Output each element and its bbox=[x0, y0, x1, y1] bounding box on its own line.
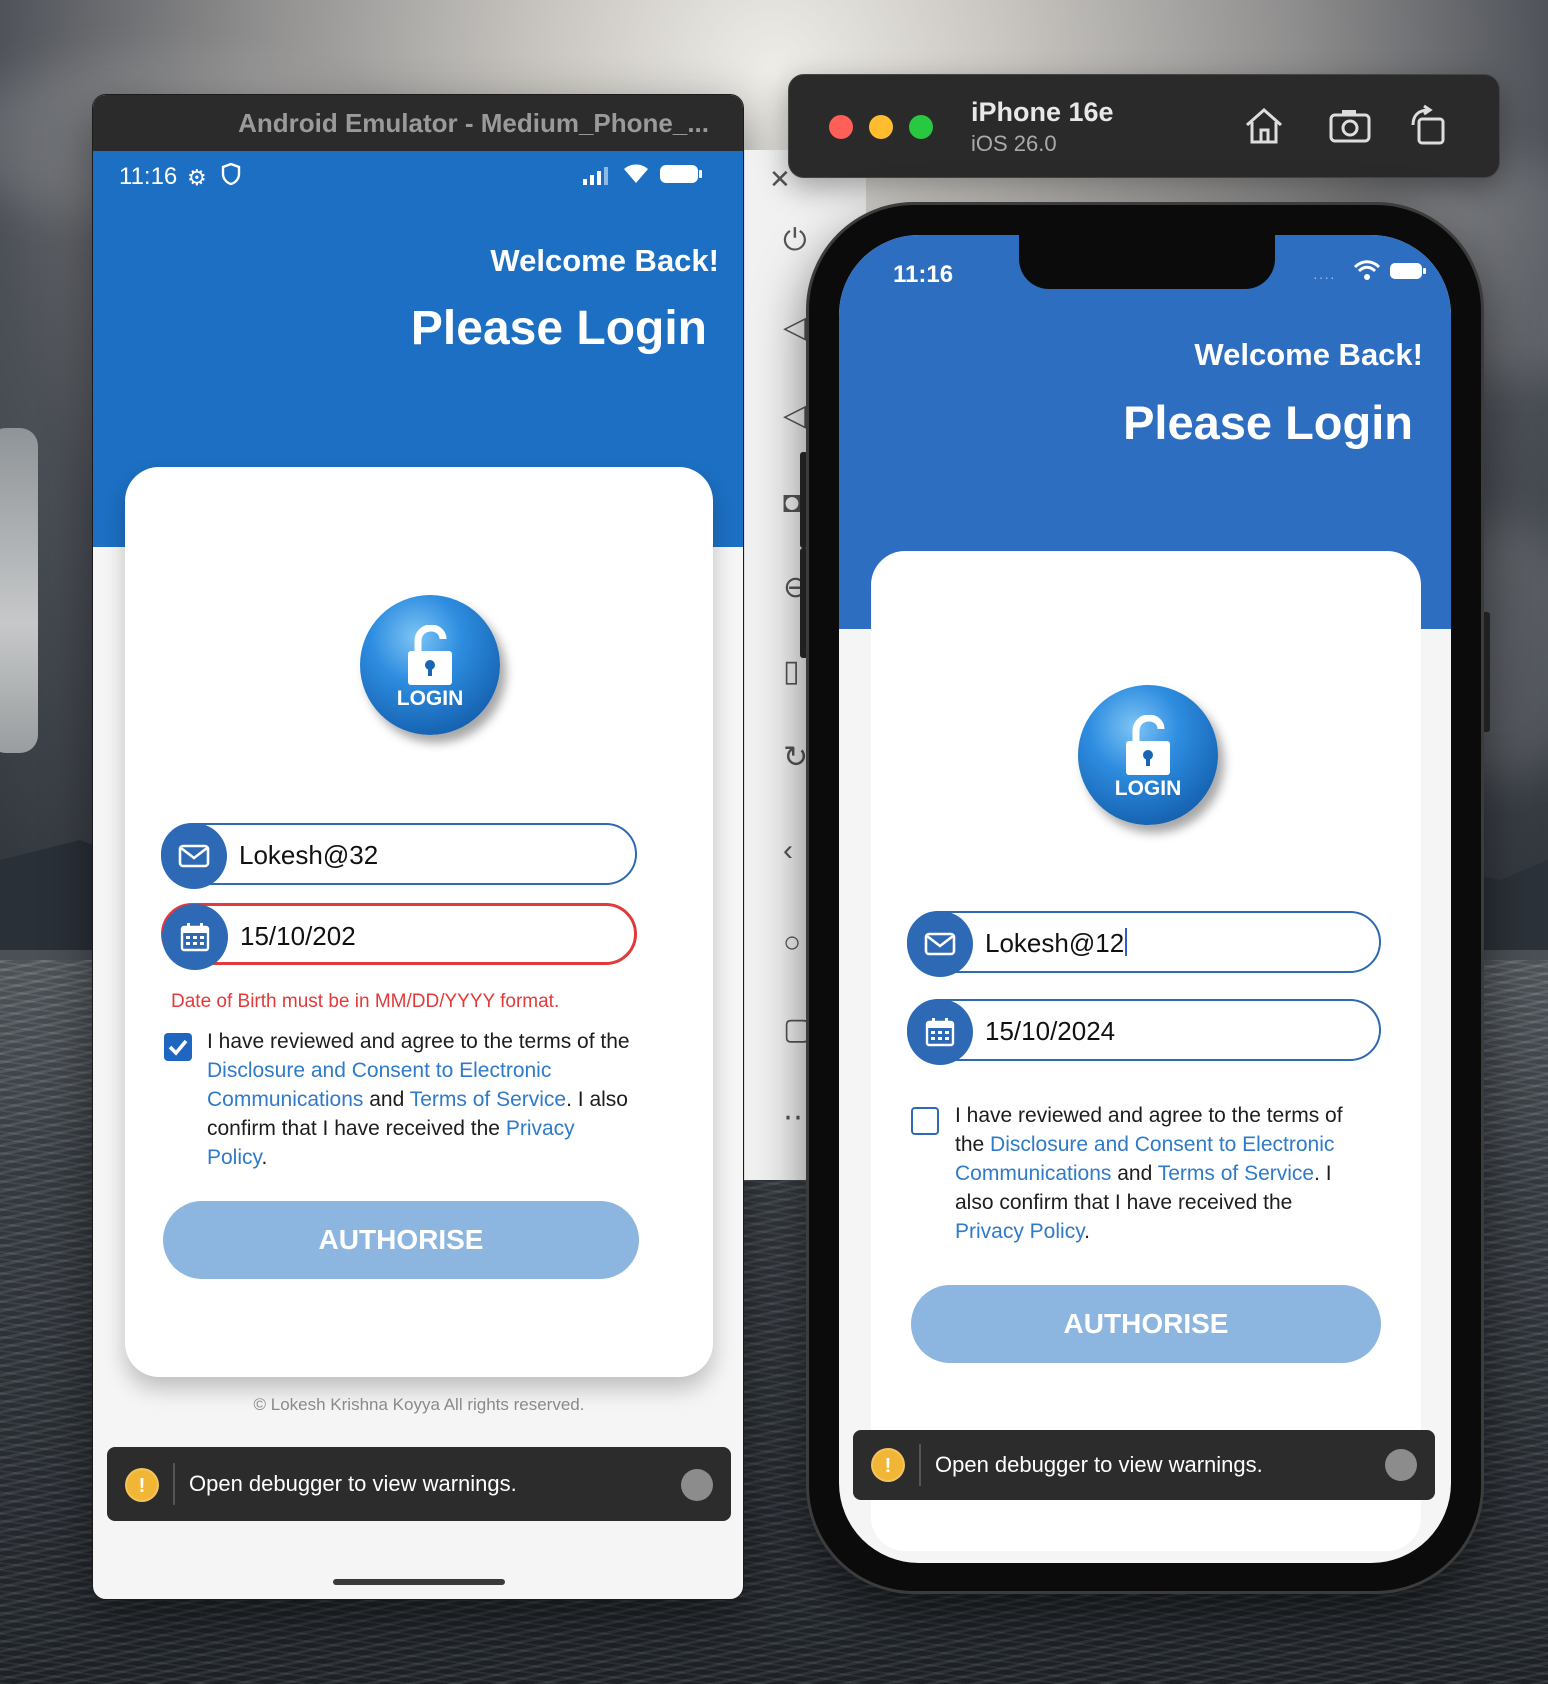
shield-icon bbox=[221, 162, 241, 186]
separator bbox=[919, 1444, 921, 1486]
terms-text: I have reviewed and agree to the terms o… bbox=[955, 1101, 1355, 1246]
username-field[interactable]: Lokesh@12 bbox=[907, 911, 1381, 977]
lock-icon bbox=[408, 625, 452, 685]
calendar-icon bbox=[907, 999, 973, 1065]
welcome-heading: Welcome Back! bbox=[490, 243, 719, 278]
android-window-title[interactable]: Android Emulator - Medium_Phone_... bbox=[93, 95, 743, 151]
debugger-warning-text: Open debugger to view warnings. bbox=[935, 1452, 1263, 1477]
separator bbox=[173, 1463, 175, 1505]
copyright-footer: © Lokesh Krishna Koyya All rights reserv… bbox=[253, 1395, 585, 1414]
username-input[interactable]: Lokesh@32 bbox=[239, 840, 378, 871]
dob-input[interactable]: 15/10/2024 bbox=[985, 1016, 1115, 1047]
username-input[interactable]: Lokesh@12 bbox=[985, 928, 1128, 959]
calendar-icon bbox=[162, 904, 228, 970]
signal-icon bbox=[583, 167, 608, 185]
debugger-warning-text: Open debugger to view warnings. bbox=[189, 1471, 517, 1496]
envelope-icon bbox=[907, 911, 973, 977]
ios-simulator-titlebar[interactable]: iPhone 16e iOS 26.0 bbox=[788, 74, 1500, 178]
device-name: iPhone 16e bbox=[971, 97, 1114, 127]
terms-text: I have reviewed and agree to the terms o… bbox=[207, 1027, 637, 1172]
terms-of-service-link[interactable]: Terms of Service bbox=[410, 1088, 566, 1111]
dob-error-message: Date of Birth must be in MM/DD/YYYY form… bbox=[171, 991, 560, 1012]
authorise-button[interactable]: AUTHORISE bbox=[911, 1285, 1381, 1363]
zoom-window-button[interactable] bbox=[909, 115, 933, 139]
terms-checkbox-unchecked[interactable] bbox=[911, 1107, 939, 1135]
terms-text-part: and bbox=[1111, 1162, 1158, 1185]
privacy-policy-link[interactable]: Privacy Policy bbox=[955, 1220, 1084, 1243]
iphone-notch bbox=[1019, 235, 1275, 289]
dob-field[interactable]: 15/10/2024 bbox=[907, 999, 1381, 1065]
android-status-bar: 11:16 ⚙ bbox=[93, 151, 743, 199]
rotate-icon[interactable] bbox=[1405, 103, 1451, 149]
username-value: Lokesh@12 bbox=[985, 928, 1125, 958]
minimize-window-button[interactable] bbox=[869, 115, 893, 139]
screenshot-camera-icon[interactable] bbox=[1327, 103, 1373, 149]
welcome-heading: Welcome Back! bbox=[1194, 337, 1423, 372]
android-home-indicator[interactable] bbox=[333, 1579, 505, 1585]
debugger-warning-bar[interactable]: ! Open debugger to view warnings. bbox=[107, 1447, 731, 1521]
background-window-edge bbox=[0, 428, 38, 753]
close-icon[interactable]: ✕ bbox=[769, 164, 791, 195]
warning-icon: ! bbox=[125, 1468, 159, 1502]
terms-checkbox-checked[interactable] bbox=[164, 1033, 192, 1061]
wifi-icon bbox=[1353, 260, 1381, 280]
login-logo: LOGIN bbox=[1078, 685, 1218, 825]
terms-text-part: and bbox=[363, 1088, 410, 1111]
ios-screen: 11:16 ···· Welcome Back! Please Login LO… bbox=[839, 235, 1451, 1563]
terms-text-part: . bbox=[261, 1146, 268, 1169]
logo-label: LOGIN bbox=[396, 687, 464, 710]
terms-text-part: . bbox=[1084, 1220, 1090, 1243]
envelope-icon bbox=[161, 823, 227, 889]
terms-of-service-link[interactable]: Terms of Service bbox=[1158, 1162, 1314, 1185]
text-cursor bbox=[1125, 928, 1128, 956]
dob-input[interactable]: 15/10/202 bbox=[240, 921, 356, 952]
warning-icon: ! bbox=[871, 1448, 905, 1482]
battery-icon bbox=[1390, 263, 1426, 279]
ios-status-time: 11:16 bbox=[893, 261, 954, 288]
authorise-button[interactable]: AUTHORISE bbox=[163, 1201, 639, 1279]
username-field[interactable]: Lokesh@32 bbox=[161, 823, 637, 889]
dismiss-button[interactable] bbox=[681, 1469, 713, 1501]
login-card: LOGIN Lokesh@32 15/10/202 Date of Birth … bbox=[125, 467, 713, 1377]
login-card: LOGIN Lokesh@12 15/10/2024 I have review bbox=[871, 551, 1421, 1551]
battery-icon bbox=[660, 165, 702, 183]
close-window-button[interactable] bbox=[829, 115, 853, 139]
terms-text-part: I have reviewed and agree to the terms o… bbox=[207, 1030, 630, 1053]
iphone-device-frame: 11:16 ···· Welcome Back! Please Login LO… bbox=[806, 202, 1484, 1594]
settings-gear-icon: ⚙ bbox=[187, 165, 207, 190]
home-icon[interactable] bbox=[1241, 103, 1287, 149]
android-status-time: 11:16 bbox=[119, 163, 178, 190]
wifi-icon bbox=[624, 164, 648, 183]
dob-field[interactable]: 15/10/202 bbox=[161, 903, 637, 970]
page-title: Please Login bbox=[1123, 396, 1413, 449]
dismiss-button[interactable] bbox=[1385, 1449, 1417, 1481]
lock-icon bbox=[1126, 715, 1170, 775]
cellular-dots-icon: ···· bbox=[1313, 269, 1336, 285]
power-icon[interactable]: ⏻ bbox=[783, 224, 819, 260]
debugger-warning-bar[interactable]: ! Open debugger to view warnings. bbox=[853, 1430, 1435, 1500]
login-logo: LOGIN bbox=[360, 595, 500, 735]
os-version: iOS 26.0 bbox=[971, 131, 1057, 156]
page-title: Please Login bbox=[410, 302, 707, 355]
android-emulator-window: Android Emulator - Medium_Phone_... 11:1… bbox=[92, 94, 744, 1600]
logo-label: LOGIN bbox=[1114, 777, 1182, 800]
